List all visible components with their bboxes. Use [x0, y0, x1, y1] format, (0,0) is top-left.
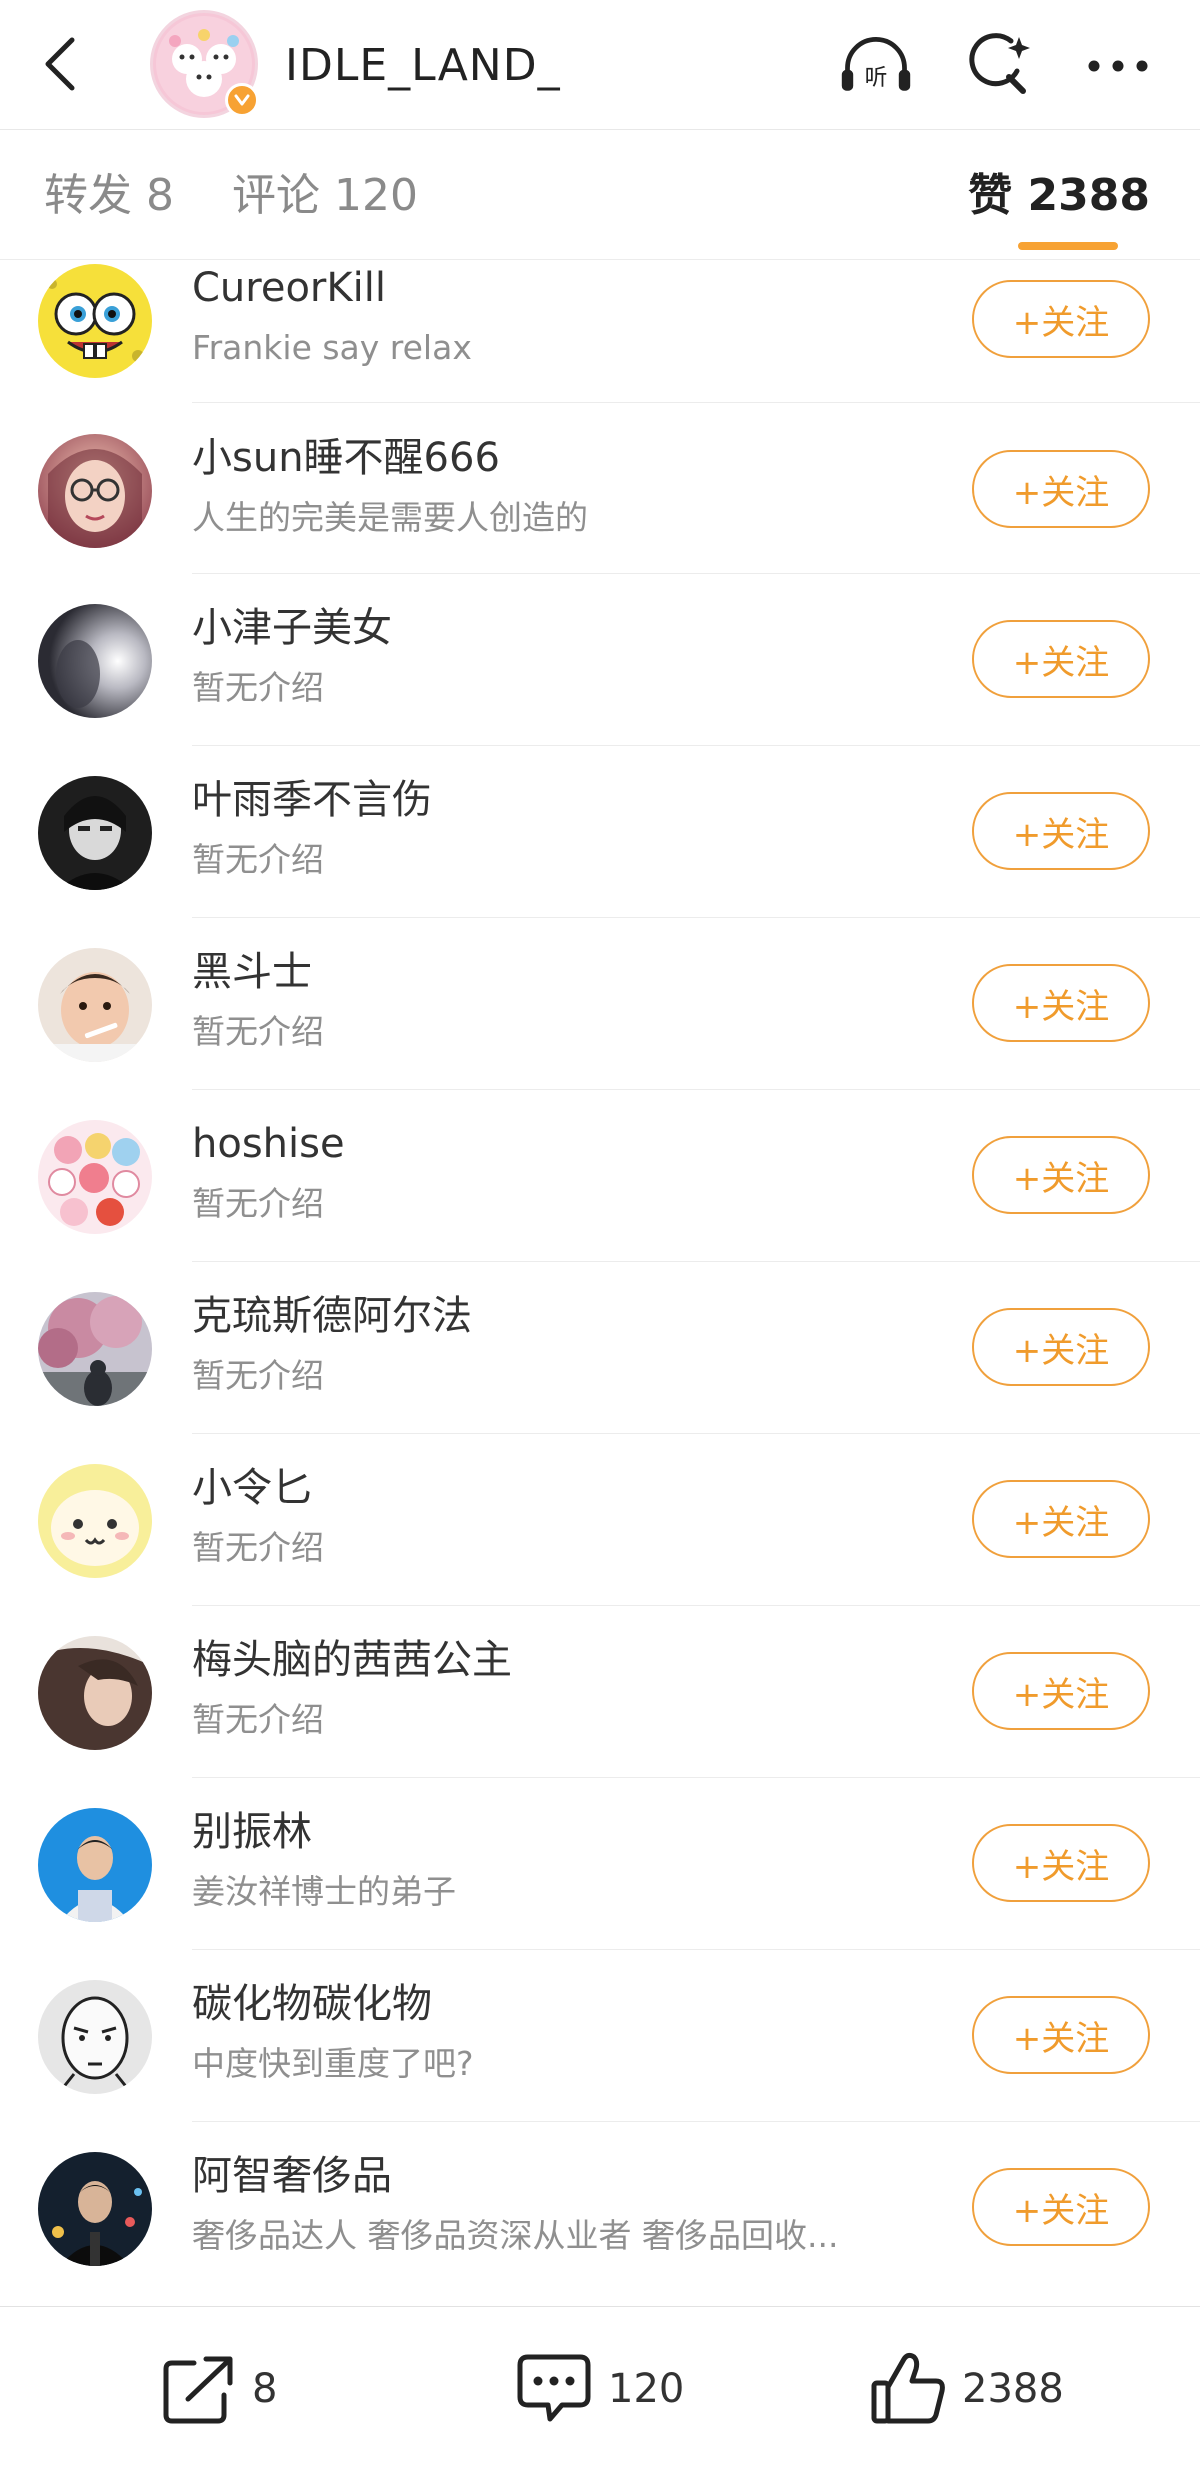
user-name[interactable]: 叶雨季不言伤 [192, 774, 432, 826]
avatar[interactable] [38, 776, 152, 890]
user-name[interactable]: 别振林 [192, 1806, 312, 1858]
comment-bubble-icon [517, 2354, 591, 2422]
back-button[interactable] [30, 28, 90, 100]
follow-button[interactable]: +关注 [972, 792, 1150, 870]
svg-text:听: 听 [865, 65, 888, 91]
follow-button[interactable]: +关注 [972, 1652, 1150, 1730]
like-count: 2388 [962, 2366, 1064, 2412]
list-item[interactable]: 叶雨季不言伤 暂无介绍 +关注 [0, 746, 1200, 918]
user-description: 暂无介绍 [192, 840, 324, 879]
user-description: 暂无介绍 [192, 1700, 324, 1739]
user-name[interactable]: 克琉斯德阿尔法 [192, 1290, 472, 1342]
top-bar: IDLE_LAND_ 听 [0, 0, 1200, 130]
user-description: 暂无介绍 [192, 1012, 324, 1051]
bottom-action-bar: 8 120 2388 [0, 2306, 1200, 2470]
avatar[interactable] [38, 434, 152, 548]
user-name[interactable]: 小sun睡不醒666 [192, 432, 500, 484]
user-name[interactable]: 碳化物碳化物 [192, 1978, 432, 2030]
list-item[interactable]: 碳化物碳化物 中度快到重度了吧? +关注 [0, 1950, 1200, 2122]
user-name[interactable]: hoshise [192, 1118, 345, 1170]
verified-badge-icon [225, 83, 259, 117]
user-name[interactable]: 小津子美女 [192, 602, 392, 654]
avatar[interactable] [38, 948, 152, 1062]
avatar[interactable] [38, 1636, 152, 1750]
tab-likes[interactable]: 赞 2388 [968, 168, 1150, 224]
list-item[interactable]: 黑斗士 暂无介绍 +关注 [0, 918, 1200, 1090]
avatar[interactable] [38, 2152, 152, 2266]
follow-button[interactable]: +关注 [972, 1996, 1150, 2074]
list-item[interactable]: 小令匕 暂无介绍 +关注 [0, 1434, 1200, 1606]
user-description: 姜汝祥博士的弟子 [192, 1872, 456, 1911]
comment-count: 120 [608, 2366, 685, 2412]
user-name[interactable]: 小令匕 [192, 1462, 312, 1514]
follow-button[interactable]: +关注 [972, 2168, 1150, 2246]
comment-button[interactable]: 120 [514, 2347, 684, 2431]
follow-button[interactable]: +关注 [972, 1824, 1150, 1902]
user-description: 暂无介绍 [192, 1528, 324, 1567]
list-item[interactable]: 梅头脑的茜茜公主 暂无介绍 +关注 [0, 1606, 1200, 1778]
avatar[interactable] [38, 1980, 152, 2094]
user-name[interactable]: 黑斗士 [192, 946, 312, 998]
tab-reposts[interactable]: 转发 8 [44, 168, 174, 224]
listen-button[interactable]: 听 [838, 30, 914, 102]
list-item[interactable]: hoshise 暂无介绍 +关注 [0, 1090, 1200, 1262]
user-name[interactable]: 梅头脑的茜茜公主 [192, 1634, 512, 1686]
active-tab-indicator [1018, 242, 1118, 250]
follow-button[interactable]: +关注 [972, 280, 1150, 358]
user-description: 暂无介绍 [192, 668, 324, 707]
follow-button[interactable]: +关注 [972, 1480, 1150, 1558]
user-description: 奢侈品达人 奢侈品资深从业者 奢侈品回收... [192, 2216, 839, 2255]
user-description: 暂无介绍 [192, 1184, 324, 1223]
user-name[interactable]: CureorKill [192, 262, 386, 314]
tab-comments[interactable]: 评论 120 [232, 168, 418, 224]
avatar[interactable] [38, 1808, 152, 1922]
listen-headphones-icon: 听 [841, 37, 911, 91]
user-description: Frankie say relax [192, 328, 472, 367]
avatar[interactable] [38, 1120, 152, 1234]
tab-bar: 转发 8 评论 120 赞 2388 [0, 130, 1200, 260]
like-button[interactable]: 2388 [868, 2347, 1064, 2431]
user-description: 中度快到重度了吧? [192, 2044, 474, 2083]
user-name[interactable]: 阿智奢侈品 [192, 2150, 392, 2202]
list-item[interactable]: 别振林 姜汝祥博士的弟子 +关注 [0, 1778, 1200, 1950]
list-item[interactable]: 小津子美女 暂无介绍 +关注 [0, 574, 1200, 746]
back-chevron-icon [45, 37, 75, 91]
header-avatar[interactable] [150, 10, 259, 118]
user-description: 暂无介绍 [192, 1356, 324, 1395]
follow-button[interactable]: +关注 [972, 620, 1150, 698]
more-dots-icon [1088, 60, 1148, 72]
repost-count: 8 [252, 2366, 278, 2412]
follow-button[interactable]: +关注 [972, 1308, 1150, 1386]
list-item[interactable]: 阿智奢侈品 奢侈品达人 奢侈品资深从业者 奢侈品回收... +关注 [0, 2122, 1200, 2294]
follow-button[interactable]: +关注 [972, 964, 1150, 1042]
more-button[interactable] [1080, 30, 1156, 102]
list-item[interactable]: 克琉斯德阿尔法 暂无介绍 +关注 [0, 1262, 1200, 1434]
avatar[interactable] [38, 604, 152, 718]
page: IDLE_LAND_ 听 转发 8 评论 120 赞 2388 CureorKi… [0, 0, 1200, 2470]
share-icon [163, 2356, 233, 2424]
avatar[interactable] [38, 1464, 152, 1578]
repost-button[interactable]: 8 [160, 2347, 277, 2431]
list-item[interactable]: 小sun睡不醒666 人生的完美是需要人创造的 +关注 [0, 402, 1200, 574]
avatar[interactable] [38, 264, 152, 378]
page-title[interactable]: IDLE_LAND_ [285, 36, 561, 96]
search-sparkle-icon [969, 33, 1030, 94]
user-description: 人生的完美是需要人创造的 [192, 498, 588, 537]
search-button[interactable] [960, 30, 1036, 102]
avatar[interactable] [38, 1292, 152, 1406]
follow-button[interactable]: +关注 [972, 450, 1150, 528]
thumbs-up-icon [871, 2352, 945, 2424]
follow-button[interactable]: +关注 [972, 1136, 1150, 1214]
